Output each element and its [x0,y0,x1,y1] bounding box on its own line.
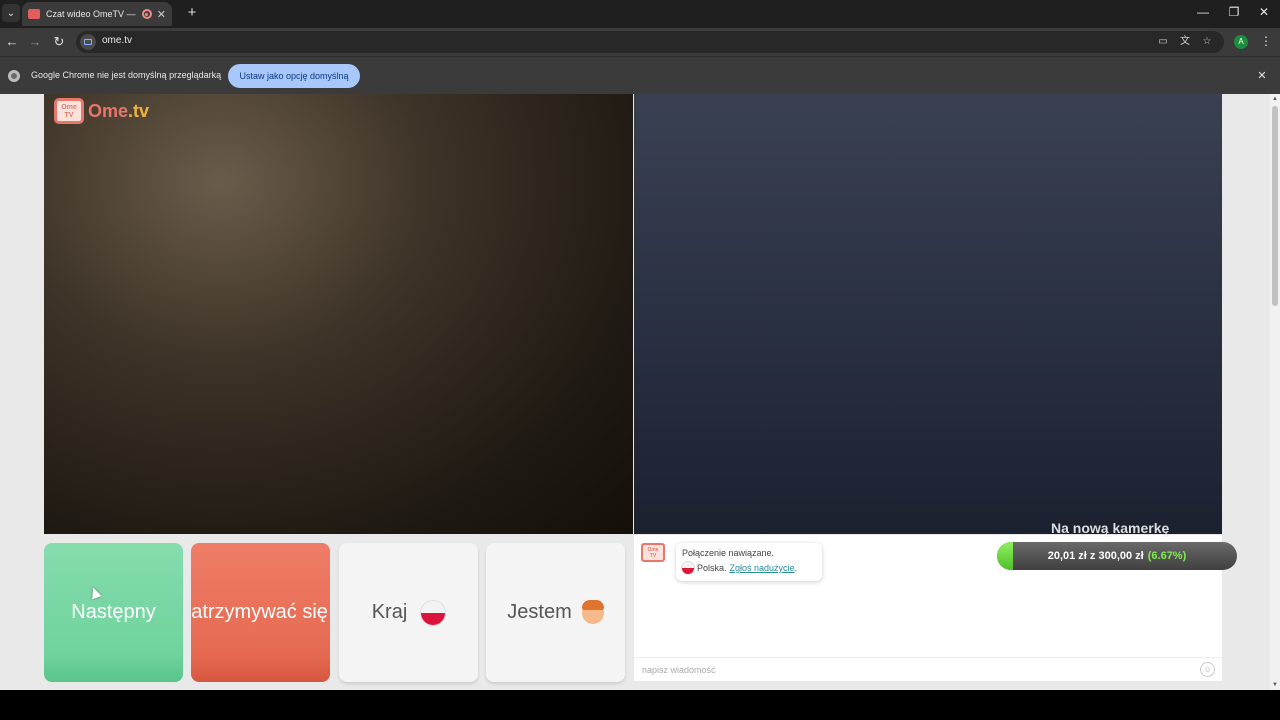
default-browser-infobar: Google Chrome nie jest domyślną przegląd… [0,56,1280,94]
gender-button-label: Jestem [507,601,572,623]
scroll-up-icon[interactable]: ▲ [1271,96,1279,102]
poland-flag-icon [682,562,694,574]
cast-icon[interactable]: ▭ [1156,35,1170,49]
ometv-logo-badge-icon: Ome TV [54,98,84,124]
back-arrow-icon[interactable]: ← [3,33,21,51]
ometv-chat-logo-icon: Ome TV [641,543,665,562]
tab-search-icon[interactable]: ⌄ [2,4,20,22]
donation-progress-bar: 20,01 zł z 300,00 zł (6.67%) [997,542,1237,570]
ometv-logo[interactable]: Ome TV Ome.tv [54,98,149,124]
set-default-button[interactable]: Ustaw jako opcję domyślną [228,64,360,88]
ometv-favicon-icon [28,9,40,19]
tab-strip: ⌄ Czat wideo OmeTV — alternatywa ✕ + — ❐… [0,0,1280,28]
chat-input-area[interactable]: napisz wiadomość ☺ [634,657,1222,681]
donation-goal-title: Na nową kamerkę [1051,520,1170,536]
ometv-logo-text: Ome.tv [88,100,150,121]
next-button[interactable]: Następny [44,543,183,682]
country-button-label: Kraj [371,601,408,623]
scroll-thumb[interactable] [1272,106,1278,306]
chrome-logo-icon [8,70,20,82]
star-icon[interactable]: ☆ [1200,35,1214,49]
page-scrollbar[interactable]: ▲ ▼ [1270,94,1280,690]
infobar-close-icon[interactable]: ✕ [1256,69,1268,82]
report-abuse-link[interactable]: Zgłoś nadużycie [730,563,795,573]
profile-avatar[interactable]: A [1234,35,1248,49]
system-message-bubble: Połączenie nawiązane. Polska . Zgłoś nad… [676,543,822,581]
browser-toolbar: ← → ↻ ome.tv ▭ 文 ☆ [0,28,1280,56]
site-info-icon[interactable] [80,34,96,50]
country-button[interactable]: Kraj [339,543,478,682]
separator: . [724,563,727,573]
close-window-button[interactable]: ✕ [1256,5,1272,19]
stranger-video: Ome TV Ome.tv [44,94,633,534]
url-text[interactable]: ome.tv [102,35,132,46]
period: . [794,563,798,573]
boy-emoji-icon [581,599,604,624]
ometv-page: Ome TV Ome.tv Następny Zatrzymywać się Kr… [0,94,1270,690]
infobar-message: Google Chrome nie jest domyślną przegląd… [31,70,222,80]
stranger-country: Polska [697,563,725,573]
emoji-icon[interactable]: ☺ [1200,662,1215,677]
country-line: Polska . Zgłoś nadużycie . [682,562,816,574]
new-tab-button[interactable]: + [184,5,200,21]
forward-arrow-icon[interactable]: → [26,33,44,51]
translate-icon[interactable]: 文 [1178,35,1192,49]
reload-icon[interactable]: ↻ [50,33,68,51]
address-bar[interactable]: ome.tv ▭ 文 ☆ [76,31,1224,53]
donation-progress-label: 20,01 zł z 300,00 zł (6.67%) [1047,550,1187,562]
stop-button[interactable]: Zatrzymywać się [191,543,330,682]
browser-tab[interactable]: Czat wideo OmeTV — alternatywa ✕ [22,2,172,26]
tab-close-icon[interactable]: ✕ [157,8,166,21]
minimize-button[interactable]: — [1195,5,1211,19]
next-button-label: Następny [71,601,156,623]
stop-button-label: Zatrzymywać się [191,601,328,623]
restore-button[interactable]: ❐ [1226,5,1242,19]
message-input[interactable]: napisz wiadomość [642,665,716,675]
kebab-menu-icon[interactable]: ⋮ [1260,34,1272,48]
tab-title: Czat wideo OmeTV — alternatywa [46,9,138,19]
self-camera-video [634,94,1222,534]
poland-flag-icon [421,600,446,625]
recording-indicator-icon [141,9,152,19]
connection-message: Połączenie nawiązane. [682,548,775,558]
gender-button[interactable]: Jestem [486,543,625,682]
scroll-down-icon[interactable]: ▼ [1271,682,1279,688]
